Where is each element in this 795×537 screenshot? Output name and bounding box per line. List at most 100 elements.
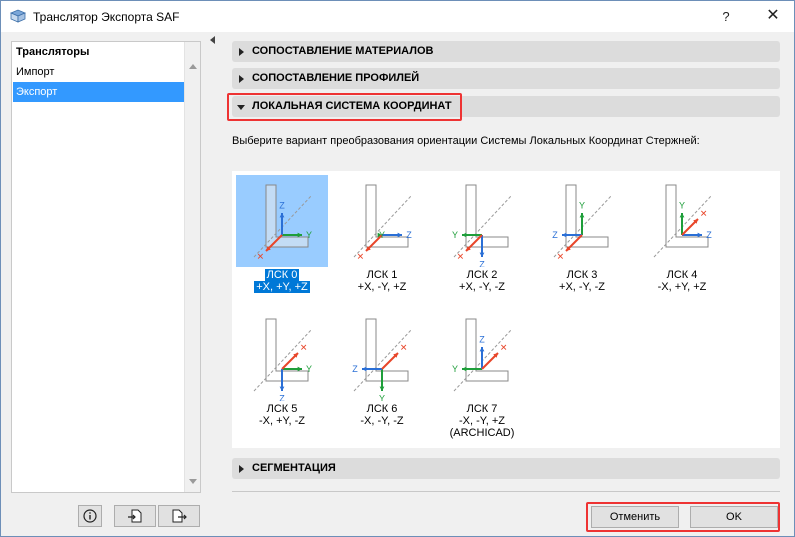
list-item-export[interactable]: Экспорт	[13, 82, 185, 102]
lcs-name: ЛСК 2	[466, 269, 498, 281]
section-profiles-label: СОПОСТАВЛЕНИЕ ПРОФИЛЕЙ	[252, 72, 420, 84]
info-button[interactable]	[78, 505, 102, 527]
lcs-option-3[interactable]: Y Z ✕ ЛСК 3 +X, -Y, -Z	[536, 175, 628, 293]
lcs-note: (ARCHICAD)	[449, 427, 515, 439]
svg-text:Z: Z	[406, 230, 412, 240]
lcs-axes: -X, +Y, -Z	[259, 415, 305, 427]
svg-text:✕: ✕	[457, 252, 465, 262]
dialog-window: Транслятор Экспорта SAF ? ✕ Трансляторы …	[0, 0, 795, 537]
lcs-diagram-icon: Y Z ✕	[253, 184, 313, 262]
expand-icon	[239, 48, 244, 56]
svg-text:✕: ✕	[357, 252, 365, 262]
ok-button[interactable]: OK	[690, 506, 778, 528]
lcs-diagram-icon: Y Z ✕	[552, 184, 613, 262]
window-title: Транслятор Экспорта SAF	[33, 10, 180, 24]
lcs-thumbnail[interactable]: Y Z ✕	[236, 175, 328, 267]
lcs-option-6[interactable]: Y Z ✕ ЛСК 6 -X, -Y, -Z	[336, 309, 428, 427]
lcs-diagram-icon: Y Z ✕	[352, 318, 413, 404]
export-icon	[172, 509, 187, 523]
lcs-thumbnail[interactable]: Y Z ✕	[336, 175, 428, 267]
lcs-thumbnail[interactable]: Y Z ✕	[436, 175, 528, 270]
lcs-name: ЛСК 4	[666, 269, 698, 281]
svg-text:Y: Y	[306, 364, 312, 374]
lcs-option-1[interactable]: Y Z ✕ ЛСК 1 +X, -Y, +Z	[336, 175, 428, 293]
lcs-name: ЛСК 6	[366, 403, 398, 415]
lcs-thumbnail[interactable]: Y Z ✕	[236, 309, 328, 404]
lcs-option-0[interactable]: Y Z ✕ ЛСК 0 +X, +Y, +Z	[236, 175, 328, 293]
svg-text:Z: Z	[479, 260, 485, 267]
svg-text:✕: ✕	[300, 342, 308, 352]
lcs-description: Выберите вариант преобразования ориентац…	[232, 135, 700, 147]
section-materials[interactable]: СОПОСТАВЛЕНИЕ МАТЕРИАЛОВ	[232, 41, 780, 62]
scroll-down-icon[interactable]	[189, 479, 197, 484]
svg-text:Z: Z	[352, 364, 358, 374]
svg-text:Z: Z	[279, 200, 285, 210]
lcs-name: ЛСК 5	[266, 403, 298, 415]
list-item-import[interactable]: Импорт	[13, 62, 185, 82]
svg-text:✕: ✕	[500, 342, 508, 352]
lcs-axes: +X, -Y, +Z	[357, 281, 407, 293]
lcs-caption: ЛСК 7 -X, -Y, +Z (ARCHICAD)	[436, 403, 528, 439]
expand-icon	[239, 75, 244, 83]
lcs-thumbnail[interactable]: Y Z ✕	[636, 175, 728, 267]
lcs-caption: ЛСК 0 +X, +Y, +Z	[236, 269, 328, 293]
lcs-name: ЛСК 1	[366, 269, 398, 281]
lcs-thumbnail[interactable]: Y Z ✕	[436, 309, 528, 401]
lcs-option-5[interactable]: Y Z ✕ ЛСК 5 -X, +Y, -Z	[236, 309, 328, 427]
lcs-diagram-icon: Y Z ✕	[253, 318, 313, 404]
lcs-caption: ЛСК 3 +X, -Y, -Z	[536, 269, 628, 293]
svg-text:✕: ✕	[257, 252, 265, 262]
divider	[232, 491, 780, 492]
lcs-highlight-frame	[227, 93, 462, 121]
lcs-name: ЛСК 0	[264, 269, 300, 281]
svg-text:✕: ✕	[557, 252, 565, 262]
translator-list: Трансляторы Импорт Экспорт	[11, 41, 201, 493]
cancel-button[interactable]: Отменить	[591, 506, 679, 528]
lcs-option-2[interactable]: Y Z ✕ ЛСК 2 +X, -Y, -Z	[436, 175, 528, 293]
lcs-axes: -X, +Y, +Z	[657, 281, 707, 293]
svg-text:Z: Z	[706, 230, 712, 240]
info-icon	[83, 509, 97, 523]
svg-text:Z: Z	[279, 394, 285, 401]
svg-text:Y: Y	[679, 200, 685, 210]
expand-icon	[239, 465, 244, 473]
lcs-diagram-icon: Y Z ✕	[653, 184, 713, 258]
close-button[interactable]: ✕	[753, 1, 793, 32]
lcs-name: ЛСК 3	[566, 269, 598, 281]
list-header-translators: Трансляторы	[16, 46, 90, 58]
lcs-caption: ЛСК 2 +X, -Y, -Z	[436, 269, 528, 293]
svg-text:Y: Y	[452, 230, 458, 240]
lcs-axes: +X, +Y, +Z	[254, 281, 310, 293]
title-bar: Транслятор Экспорта SAF ? ✕	[1, 1, 794, 32]
scroll-up-icon[interactable]	[189, 64, 197, 69]
svg-text:Y: Y	[452, 364, 458, 374]
lcs-caption: ЛСК 1 +X, -Y, +Z	[336, 269, 428, 293]
lcs-axes: -X, -Y, -Z	[360, 415, 404, 427]
app-icon	[10, 9, 26, 23]
section-segmentation[interactable]: СЕГМЕНТАЦИЯ	[232, 458, 780, 479]
lcs-option-7[interactable]: Y Z ✕ ЛСК 7 -X, -Y, +Z (ARCHICAD)	[436, 309, 528, 439]
lcs-option-4[interactable]: Y Z ✕ ЛСК 4 -X, +Y, +Z	[636, 175, 728, 293]
section-profiles[interactable]: СОПОСТАВЛЕНИЕ ПРОФИЛЕЙ	[232, 68, 780, 89]
lcs-axes: +X, -Y, -Z	[459, 281, 505, 293]
lcs-thumbnail[interactable]: Y Z ✕	[336, 309, 428, 404]
lcs-name: ЛСК 7	[466, 403, 498, 415]
import-button[interactable]	[114, 505, 156, 527]
lcs-diagram-icon: Y Z ✕	[353, 184, 413, 262]
svg-text:✕: ✕	[700, 208, 708, 218]
lcs-thumbnail[interactable]: Y Z ✕	[536, 175, 628, 267]
lcs-diagram-icon: Y Z ✕	[452, 184, 513, 270]
svg-text:Z: Z	[552, 230, 558, 240]
lcs-options-grid: Y Z ✕ ЛСК 0 +X, +Y, +Z Y Z ✕ ЛСК 1 +X, -…	[232, 171, 780, 448]
svg-text:Y: Y	[306, 230, 312, 240]
collapse-panel-icon[interactable]	[210, 36, 215, 44]
svg-text:Y: Y	[579, 200, 585, 210]
import-icon	[128, 509, 142, 523]
lcs-axes: -X, -Y, +Z	[459, 415, 505, 427]
section-segmentation-label: СЕГМЕНТАЦИЯ	[252, 462, 336, 474]
lcs-diagram-icon: Y Z ✕	[452, 318, 513, 392]
help-button[interactable]: ?	[707, 1, 745, 32]
section-materials-label: СОПОСТАВЛЕНИЕ МАТЕРИАЛОВ	[252, 45, 434, 57]
list-scrollbar[interactable]	[184, 42, 200, 492]
export-button[interactable]	[158, 505, 200, 527]
